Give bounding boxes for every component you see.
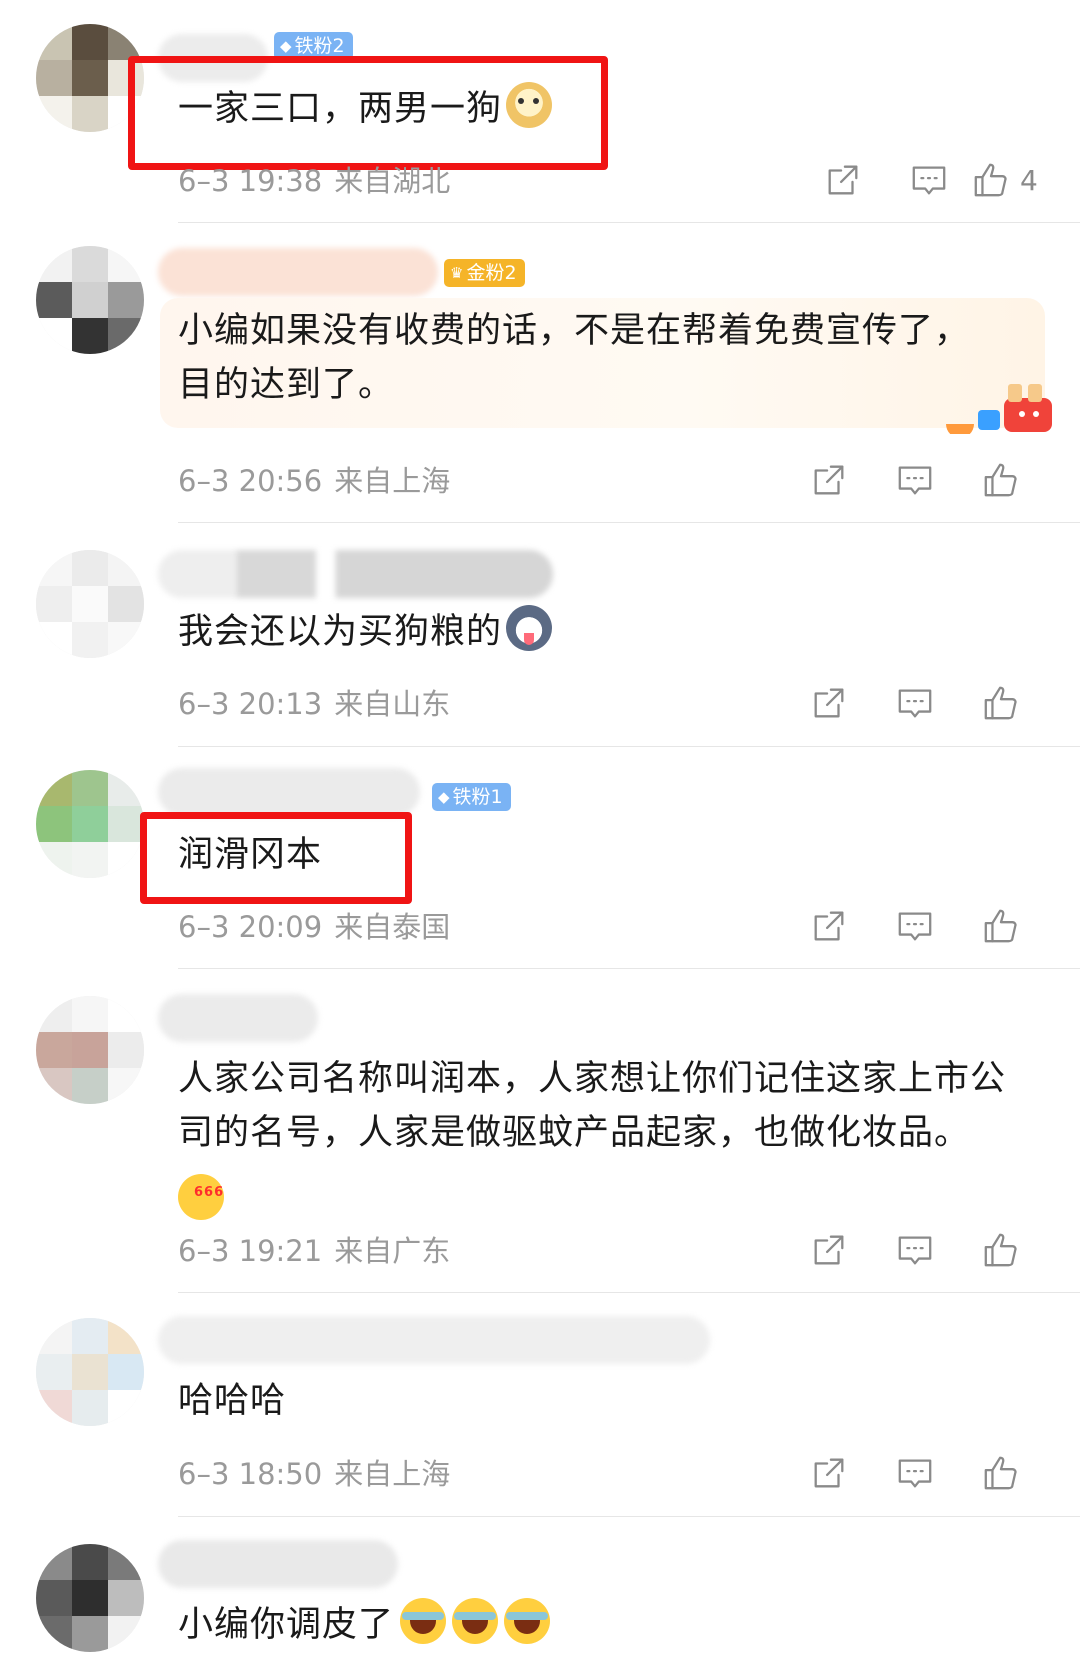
reply-button[interactable] bbox=[872, 1230, 958, 1270]
share-icon bbox=[814, 911, 844, 941]
share-button[interactable] bbox=[786, 460, 872, 500]
divider bbox=[178, 1292, 1080, 1293]
badge-label: 金粉2 bbox=[466, 262, 517, 284]
reply-button[interactable] bbox=[886, 160, 972, 200]
comment-date: 6–3 20:13 bbox=[178, 687, 323, 721]
comment-location: 来自上海 bbox=[334, 464, 451, 498]
comment-icon bbox=[898, 1459, 932, 1488]
username-blurred[interactable] bbox=[158, 248, 438, 296]
husky-emoji-icon bbox=[506, 605, 553, 651]
username-blurred[interactable] bbox=[158, 768, 420, 816]
share-button[interactable] bbox=[786, 1453, 872, 1493]
comment-meta: 6–3 19:38 来自湖北 bbox=[178, 163, 450, 199]
share-icon bbox=[814, 1235, 844, 1265]
comment-meta: 6–3 19:21 来自广东 bbox=[178, 1233, 450, 1269]
comment-date: 6–3 19:21 bbox=[178, 1234, 323, 1268]
diamond-icon: ◆ bbox=[438, 788, 450, 806]
thumbs-up-icon bbox=[984, 909, 1017, 943]
comment-icon bbox=[898, 1236, 932, 1265]
comment-actions bbox=[786, 1453, 1044, 1493]
reply-button[interactable] bbox=[872, 460, 958, 500]
share-icon bbox=[814, 465, 844, 495]
comment-text: 我会还以为买狗粮的 bbox=[178, 605, 1040, 659]
avatar[interactable] bbox=[36, 996, 144, 1104]
fan-badge: ♛ 金粉2 bbox=[444, 259, 525, 287]
share-icon bbox=[814, 1458, 844, 1488]
thumbs-up-icon bbox=[984, 1233, 1017, 1267]
like-button[interactable] bbox=[958, 1230, 1044, 1270]
thumbs-up-icon bbox=[984, 1456, 1017, 1490]
comment-location: 来自广东 bbox=[334, 1234, 451, 1268]
highlight-box bbox=[128, 56, 608, 170]
avatar[interactable] bbox=[36, 246, 144, 354]
laugh-cry-emoji-icon bbox=[452, 1598, 499, 1644]
comment-text: 小编你调皮了 bbox=[178, 1598, 1040, 1652]
divider bbox=[178, 1516, 1080, 1517]
divider bbox=[178, 222, 1080, 223]
comment-meta: 6–3 20:56 来自上海 bbox=[178, 463, 450, 499]
like-button[interactable] bbox=[958, 683, 1044, 723]
username-blurred[interactable] bbox=[158, 994, 318, 1042]
reply-button[interactable] bbox=[872, 683, 958, 723]
comment-date: 6–3 18:50 bbox=[178, 1457, 323, 1491]
share-button[interactable] bbox=[800, 160, 886, 200]
reply-button[interactable] bbox=[872, 1453, 958, 1493]
comment-actions: 4 bbox=[800, 160, 1050, 200]
comment-meta: 6–3 18:50 来自上海 bbox=[178, 1456, 450, 1492]
like-button[interactable] bbox=[958, 906, 1044, 946]
divider bbox=[178, 968, 1080, 969]
fan-crown-icon: ♛ bbox=[450, 264, 464, 282]
comment-meta: 6–3 20:09 来自泰国 bbox=[178, 909, 450, 945]
comment-date: 6–3 20:09 bbox=[178, 910, 323, 944]
fan-badge: ◆ 铁粉1 bbox=[432, 783, 511, 811]
like-button[interactable] bbox=[958, 1453, 1044, 1493]
like-button[interactable] bbox=[958, 460, 1044, 500]
divider bbox=[178, 746, 1080, 747]
comment-actions bbox=[786, 906, 1044, 946]
thumbs-up-icon bbox=[974, 163, 1007, 197]
avatar[interactable] bbox=[36, 1544, 144, 1652]
share-button[interactable] bbox=[786, 1230, 872, 1270]
share-button[interactable] bbox=[786, 906, 872, 946]
share-icon bbox=[814, 688, 844, 718]
comment-location: 来自泰国 bbox=[334, 910, 451, 944]
like-count: 4 bbox=[1020, 163, 1038, 197]
avatar[interactable] bbox=[36, 1318, 144, 1426]
comment-location: 来自湖北 bbox=[334, 164, 451, 198]
comment-icon bbox=[898, 912, 932, 941]
username-blurred[interactable] bbox=[158, 1316, 710, 1364]
avatar[interactable] bbox=[36, 550, 144, 658]
comment-icon bbox=[912, 166, 946, 195]
thumbs-up-icon bbox=[984, 463, 1017, 497]
comment-text: 哈哈哈 bbox=[178, 1381, 287, 1421]
divider bbox=[178, 522, 1080, 523]
comment-actions bbox=[786, 460, 1044, 500]
comment-date: 6–3 20:56 bbox=[178, 464, 323, 498]
comment-icon bbox=[898, 689, 932, 718]
thumbs-up-icon bbox=[984, 686, 1017, 720]
comment-location: 来自上海 bbox=[334, 1457, 451, 1491]
666-emoji-icon bbox=[178, 1166, 224, 1220]
comment-actions bbox=[786, 683, 1044, 723]
comment-actions bbox=[786, 1230, 1044, 1270]
username-blurred[interactable] bbox=[158, 550, 553, 598]
comment-icon bbox=[898, 466, 932, 495]
comment-text: 小编如果没有收费的话，不是在帮着免费宣传了，目的达到了。 bbox=[178, 311, 971, 405]
avatar[interactable] bbox=[36, 770, 144, 878]
comment-location: 来自山东 bbox=[334, 687, 451, 721]
username-blurred[interactable] bbox=[158, 1540, 398, 1588]
highlight-box bbox=[140, 812, 412, 904]
share-button[interactable] bbox=[786, 683, 872, 723]
badge-label: 铁粉1 bbox=[452, 786, 503, 808]
reply-button[interactable] bbox=[872, 906, 958, 946]
share-icon bbox=[828, 165, 858, 195]
comment-text: 人家公司名称叫润本，人家想让你们记住这家上市公司的名号，人家是做驱蚊产品起家，也… bbox=[178, 1052, 1040, 1228]
laugh-cry-emoji-icon bbox=[504, 1598, 551, 1644]
comment-meta: 6–3 20:13 来自山东 bbox=[178, 686, 450, 722]
laugh-cry-emoji-icon bbox=[400, 1598, 447, 1644]
like-button[interactable]: 4 bbox=[972, 160, 1050, 200]
comment-date: 6–3 19:38 bbox=[178, 164, 323, 198]
